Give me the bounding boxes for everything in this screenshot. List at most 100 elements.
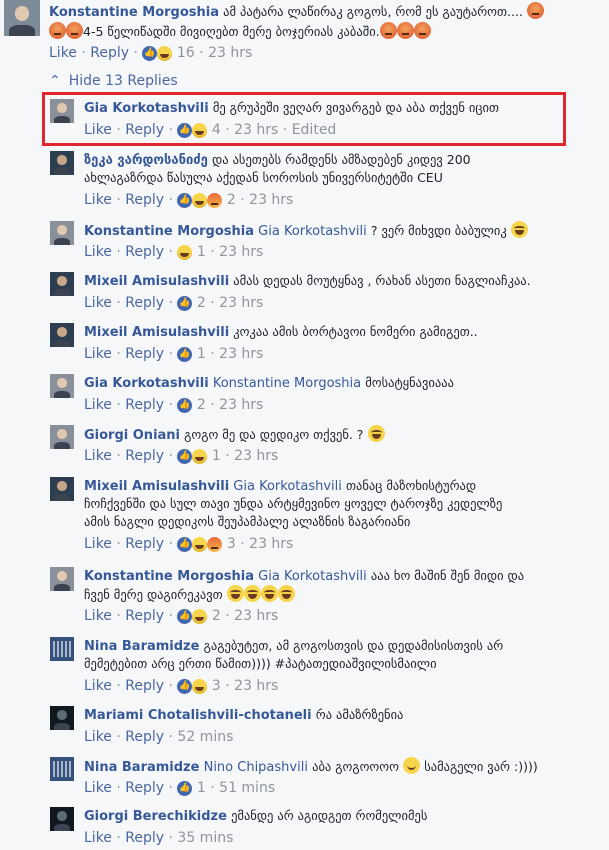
reply-link[interactable]: Reply [125, 122, 164, 138]
avatar[interactable] [50, 374, 74, 398]
reply-time[interactable]: 23 hrs [219, 244, 263, 260]
like-link[interactable]: Like [84, 536, 112, 552]
reply-time[interactable]: 23 hrs [219, 346, 263, 362]
like-link[interactable]: Like [49, 45, 77, 61]
like-link[interactable]: Like [84, 729, 112, 745]
avatar[interactable] [50, 757, 74, 781]
reply-link[interactable]: Reply [125, 346, 164, 362]
avatar[interactable] [50, 99, 74, 123]
reply-link[interactable]: Reply [125, 678, 164, 694]
avatar[interactable] [50, 323, 74, 347]
reply-author[interactable]: Nina Baramidze [84, 760, 199, 775]
like-link[interactable]: Like [84, 192, 112, 208]
like-icon[interactable]: 👍 [177, 678, 193, 694]
reaction-count[interactable]: 4 [212, 122, 221, 138]
like-link[interactable]: Like [84, 122, 112, 138]
reaction-count[interactable]: 2 [227, 192, 236, 208]
reply-link[interactable]: Reply [125, 608, 164, 624]
reply-author[interactable]: Nina Baramidze [84, 639, 199, 654]
like-link[interactable]: Like [84, 830, 112, 846]
reply-link[interactable]: Reply [125, 295, 164, 311]
reply-time[interactable]: 23 hrs [234, 122, 278, 138]
like-link[interactable]: Like [84, 448, 112, 464]
reaction-count[interactable]: 1 [212, 448, 221, 464]
avatar[interactable] [50, 706, 74, 730]
reply-author[interactable]: Mariami Chotalishvili-chotaneli [84, 708, 312, 723]
avatar[interactable] [50, 425, 74, 449]
like-icon[interactable]: 👍 [177, 346, 193, 362]
hide-replies-button[interactable]: ⌃ Hide 13 Replies [49, 73, 178, 89]
reply-author[interactable]: Giorgi Oniani [84, 428, 180, 443]
reply-time[interactable]: 23 hrs [219, 295, 263, 311]
like-icon[interactable]: 👍 [177, 192, 193, 208]
reply-author[interactable]: Gia Korkotashvili [84, 101, 209, 116]
comment-time[interactable]: 23 hrs [208, 45, 252, 61]
reply-author[interactable]: Konstantine Morgoshia [84, 569, 254, 584]
reply-author[interactable]: Mixeil Amisulashvili [84, 274, 229, 289]
mention-link[interactable]: Nino Chipashvili [204, 760, 308, 775]
reaction-count[interactable]: 16 [177, 45, 195, 61]
like-link[interactable]: Like [84, 397, 112, 413]
like-icon[interactable]: 👍 [142, 45, 158, 61]
avatar[interactable] [50, 567, 74, 591]
reaction-count[interactable]: 3 [212, 678, 221, 694]
like-icon[interactable]: 👍 [177, 536, 193, 552]
avatar[interactable] [4, 0, 40, 36]
reply-time[interactable]: 23 hrs [219, 397, 263, 413]
reply-time[interactable]: 23 hrs [234, 678, 278, 694]
reply-link[interactable]: Reply [125, 192, 164, 208]
reaction-count[interactable]: 2 [197, 397, 206, 413]
like-icon[interactable]: 👍 [177, 122, 193, 138]
comment-author[interactable]: Konstantine Morgoshia [49, 5, 219, 20]
reply-link[interactable]: Reply [125, 729, 164, 745]
reply-time[interactable]: 23 hrs [234, 608, 278, 624]
reaction-count[interactable]: 1 [197, 346, 206, 362]
reply-link[interactable]: Reply [125, 397, 164, 413]
like-icon[interactable]: 👍 [177, 295, 193, 311]
reply-link[interactable]: Reply [125, 830, 164, 846]
reply-time[interactable]: 23 hrs [234, 448, 278, 464]
reply-author[interactable]: Gia Korkotashvili [84, 376, 209, 391]
reply-time[interactable]: 35 mins [177, 830, 233, 846]
reaction-count[interactable]: 1 [197, 244, 206, 260]
like-link[interactable]: Like [84, 780, 112, 796]
like-link[interactable]: Like [84, 295, 112, 311]
mention-link[interactable]: Gia Korkotashvili [258, 224, 367, 239]
like-icon[interactable]: 👍 [177, 780, 193, 796]
reply-link[interactable]: Reply [90, 45, 129, 61]
reply-time[interactable]: 23 hrs [249, 536, 293, 552]
avatar[interactable] [50, 272, 74, 296]
like-icon[interactable]: 👍 [177, 448, 193, 464]
reply-time[interactable]: 23 hrs [249, 192, 293, 208]
reply-link[interactable]: Reply [125, 536, 164, 552]
reply-link[interactable]: Reply [125, 780, 164, 796]
reply-link[interactable]: Reply [125, 448, 164, 464]
like-link[interactable]: Like [84, 608, 112, 624]
reaction-count[interactable]: 2 [197, 295, 206, 311]
like-icon[interactable]: 👍 [177, 608, 193, 624]
like-icon[interactable]: 👍 [177, 397, 193, 413]
like-link[interactable]: Like [84, 678, 112, 694]
avatar[interactable] [50, 807, 74, 831]
reply-author[interactable]: ზეკა ვარდოსანიძე [84, 153, 208, 168]
reply-author[interactable]: Mixeil Amisulashvili [84, 479, 229, 494]
reply-author[interactable]: Giorgi Berechikidze [84, 809, 227, 824]
edited-label[interactable]: Edited [292, 122, 337, 138]
like-link[interactable]: Like [84, 346, 112, 362]
avatar[interactable] [50, 151, 74, 175]
reply-time[interactable]: 51 mins [219, 780, 275, 796]
like-link[interactable]: Like [84, 244, 112, 260]
reaction-count[interactable]: 1 [197, 780, 206, 796]
mention-link[interactable]: Gia Korkotashvili [233, 479, 342, 494]
avatar[interactable] [50, 637, 74, 661]
reaction-count[interactable]: 3 [227, 536, 236, 552]
avatar[interactable] [50, 221, 74, 245]
reaction-count[interactable]: 2 [212, 608, 221, 624]
reply-author[interactable]: Konstantine Morgoshia [84, 224, 254, 239]
mention-link[interactable]: Konstantine Morgoshia [213, 376, 361, 391]
reply-author[interactable]: Mixeil Amisulashvili [84, 325, 229, 340]
avatar[interactable] [50, 477, 74, 501]
reply-link[interactable]: Reply [125, 244, 164, 260]
mention-link[interactable]: Gia Korkotashvili [258, 569, 367, 584]
reply-time[interactable]: 52 mins [177, 729, 233, 745]
